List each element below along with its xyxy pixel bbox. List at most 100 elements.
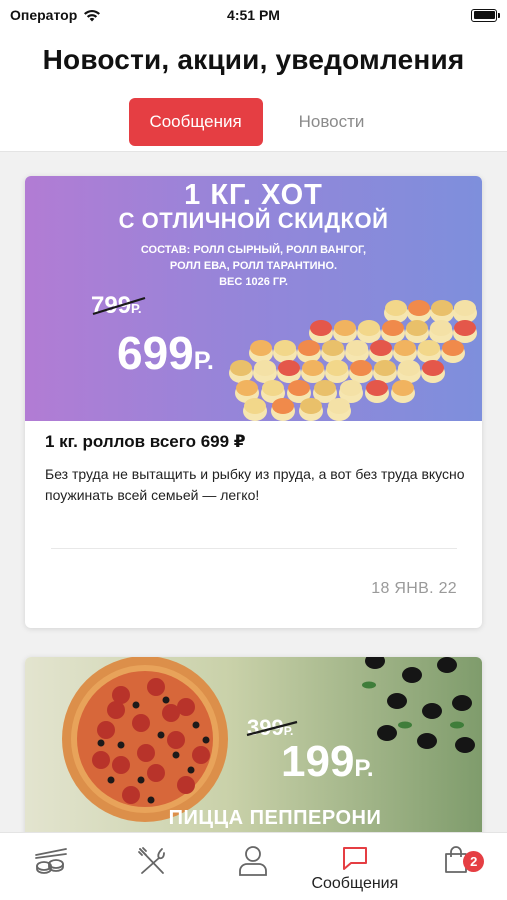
pepperoni-slice	[147, 764, 165, 782]
olive	[452, 695, 472, 711]
sushi-roll-top	[300, 398, 322, 414]
pepperoni-slice	[107, 701, 125, 719]
sushi-roll-top	[262, 380, 284, 396]
pepperoni-slice	[167, 731, 185, 749]
sushi-roll-top	[298, 340, 320, 356]
sushi-roll-top	[310, 320, 332, 336]
new-price-currency: Р.	[354, 755, 374, 782]
card-description: Без труда не вытащить и рыбку из пруда, …	[45, 466, 465, 503]
sushi-roll-top	[358, 320, 380, 336]
tab-messages-nav[interactable]: Сообщения	[307, 845, 403, 893]
sushi-roll-top	[398, 360, 420, 376]
olive	[417, 733, 437, 749]
sushi-roll-top	[454, 320, 476, 336]
banner-product-name: Пицца пепперони	[168, 807, 382, 829]
sushi-roll-top	[350, 360, 372, 376]
cart-count-badge: 2	[463, 851, 485, 872]
new-price-currency: Р.	[193, 347, 214, 375]
bottom-tab-bar: Сообщения 2	[0, 832, 507, 900]
olive	[455, 737, 475, 753]
status-bar: Оператор 4:51 PM	[0, 0, 507, 30]
composition-line: Состав: ролл сырный, ролл вангог,	[140, 244, 367, 256]
sushi-roll-top	[274, 340, 296, 356]
sushi-roll-top	[278, 360, 300, 376]
pepperoni-slice	[92, 751, 110, 769]
olive-slice	[132, 701, 140, 709]
olive-slice	[192, 721, 200, 729]
herb-leaf	[362, 681, 376, 689]
pepperoni-slice	[192, 746, 210, 764]
sushi-roll-top	[392, 380, 414, 396]
olive	[365, 657, 385, 669]
sushi-roll-top	[340, 380, 362, 396]
sushi-roll-top	[394, 340, 416, 356]
messages-feed[interactable]: 1 кг. хот с отличной скидкой Состав: рол…	[0, 152, 507, 832]
sushi-roll-top	[230, 360, 252, 376]
sushi-roll-top	[370, 340, 392, 356]
olive	[422, 703, 442, 719]
promo-card[interactable]: 1 кг. хот с отличной скидкой Состав: рол…	[25, 176, 482, 628]
sushi-roll-top	[408, 300, 430, 316]
pepperoni-slice	[162, 704, 180, 722]
new-price-value: 199	[281, 737, 355, 786]
segment-tabs: Сообщения Новости	[0, 98, 507, 146]
sushi-roll-top	[385, 300, 407, 316]
composition-line: ролл ева, ролл тарантино.	[169, 260, 338, 272]
sushi-roll-top	[418, 340, 440, 356]
card-divider	[51, 548, 457, 549]
banner-composition: Состав: ролл сырный, ролл вангог, ролл е…	[85, 242, 422, 290]
promo-card[interactable]: 399Р. 199Р. Пицца пепперони	[25, 657, 482, 832]
olive-slice	[187, 766, 195, 774]
banner-subheadline: с отличной скидкой	[118, 208, 389, 233]
tab-menu[interactable]	[3, 845, 99, 875]
sushi-roll-top	[272, 398, 294, 414]
olive-slice	[172, 751, 180, 759]
sushi-roll-top	[250, 340, 272, 356]
message-icon	[342, 847, 367, 870]
promo-banner-pizza: 399Р. 199Р. Пицца пепперони	[25, 657, 482, 832]
card-date: 18 ЯНВ. 22	[371, 580, 457, 597]
tab-news[interactable]: Новости	[285, 98, 379, 146]
sushi-roll-top	[302, 360, 324, 376]
sushi-roll-top	[422, 360, 444, 376]
sushi-roll-top	[244, 398, 266, 414]
sushi-icon	[34, 848, 67, 874]
wifi-icon	[84, 9, 101, 21]
sushi-roll-top	[254, 360, 276, 376]
pepperoni-slice	[97, 721, 115, 739]
olive	[377, 725, 397, 741]
sushi-roll-top	[406, 320, 428, 336]
sushi-roll-top	[382, 320, 404, 336]
tab-profile[interactable]	[205, 845, 301, 877]
olive-slice	[117, 741, 125, 749]
sushi-roll-top	[430, 320, 452, 336]
sushi-roll-top	[328, 398, 350, 414]
sushi-roll-top	[431, 300, 453, 316]
tab-restaurant[interactable]	[104, 845, 200, 877]
olive	[437, 657, 457, 673]
strikethrough-line	[92, 296, 146, 316]
new-price-value: 699	[117, 327, 194, 379]
status-left: Оператор	[10, 7, 101, 23]
profile-icon	[239, 846, 268, 876]
pepperoni-slice	[132, 714, 150, 732]
pizza-image	[62, 657, 228, 822]
sushi-roll-top	[374, 360, 396, 376]
herb-leaf	[450, 721, 464, 729]
sushi-roll-top	[288, 380, 310, 396]
tab-messages-label: Сообщения	[311, 875, 399, 892]
page-title: Новости, акции, уведомления	[42, 44, 465, 75]
sushi-roll-top	[346, 340, 368, 356]
sushi-roll-top	[334, 320, 356, 336]
olive	[387, 693, 407, 709]
sushi-roll-top	[442, 340, 464, 356]
pepperoni-slice	[147, 678, 165, 696]
sushi-roll-top	[314, 380, 336, 396]
banner-new-price: 199Р.	[281, 737, 374, 787]
olive-slice	[137, 776, 145, 784]
tab-cart[interactable]: 2	[408, 845, 504, 875]
tab-messages[interactable]: Сообщения	[128, 98, 263, 146]
olive-slice	[162, 696, 170, 704]
carrier-label: Оператор	[10, 7, 78, 23]
pepperoni-slice	[122, 786, 140, 804]
